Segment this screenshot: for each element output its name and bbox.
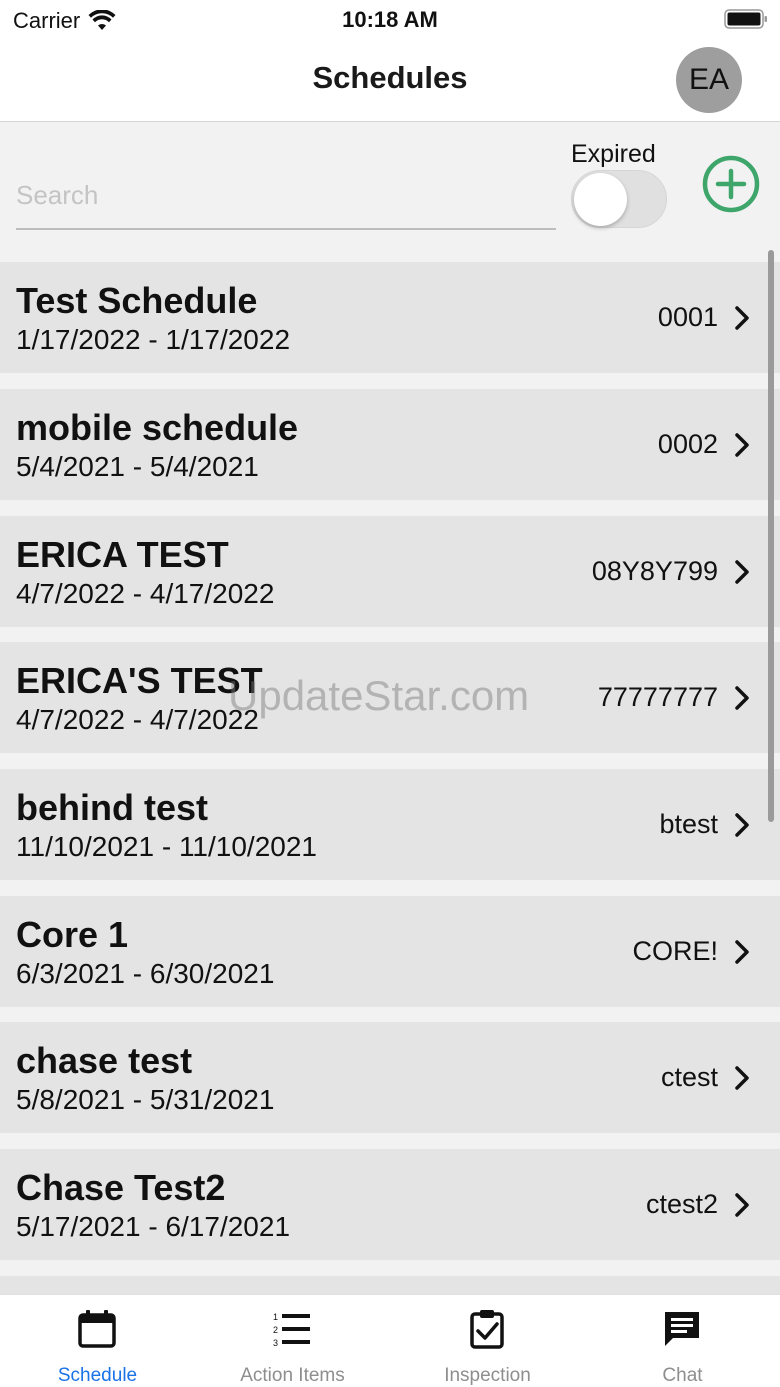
chevron-right-icon [735, 433, 749, 457]
schedule-title: mobile schedule [16, 407, 299, 448]
schedule-title: behind test [16, 787, 209, 828]
toggle-knob [574, 173, 627, 226]
schedule-code: 0002 [657, 429, 718, 459]
list-item[interactable]: Core 1 6/3/2021 - 6/30/2021 CORE! [0, 896, 780, 1007]
status-bar: Carrier 10:18 AM [0, 0, 780, 40]
svg-text:2: 2 [273, 1325, 278, 1335]
schedule-dates: 4/7/2022 - 4/7/2022 [16, 704, 259, 735]
tab-bar: Schedule 1 2 3 Action Items Inspection C… [0, 1294, 780, 1387]
expired-label: Expired [571, 140, 656, 168]
tab-schedule[interactable]: Schedule [0, 1295, 195, 1387]
list-item[interactable]: Chase Test2 5/17/2021 - 6/17/2021 ctest2 [0, 1149, 780, 1260]
page-title: Schedules [312, 60, 468, 95]
list-item[interactable]: ERICA'S TEST 4/7/2022 - 4/7/2022 7777777… [0, 642, 780, 753]
expired-toggle[interactable] [571, 170, 667, 228]
chevron-right-icon [735, 813, 749, 837]
chevron-right-icon [735, 940, 749, 964]
filter-bar: Expired [0, 122, 780, 262]
battery-icon [724, 9, 767, 29]
schedule-title: Test Schedule [16, 280, 258, 321]
list-scrollbar[interactable] [768, 250, 774, 822]
chevron-right-icon [735, 686, 749, 710]
chat-icon [665, 1312, 699, 1346]
avatar[interactable]: EA [676, 47, 742, 113]
status-time: 10:18 AM [342, 7, 438, 32]
list-item[interactable]: behind test 11/10/2021 - 11/10/2021 btes… [0, 769, 780, 880]
list-numbered-icon: 1 2 3 [273, 1312, 310, 1348]
schedule-dates: 5/8/2021 - 5/31/2021 [16, 1084, 275, 1115]
schedule-title: Chase Test2 [16, 1167, 226, 1208]
list-item[interactable]: chase test 5/8/2021 - 5/31/2021 ctest [0, 1022, 780, 1133]
schedule-dates: 4/7/2022 - 4/17/2022 [16, 578, 275, 609]
svg-text:1: 1 [273, 1312, 278, 1322]
schedule-dates: 1/17/2022 - 1/17/2022 [16, 324, 291, 355]
schedule-code: CORE! [632, 936, 718, 966]
chevron-right-icon [735, 560, 749, 584]
schedule-code: ctest2 [645, 1189, 718, 1219]
list-item[interactable]: mobile schedule 5/4/2021 - 5/4/2021 0002 [0, 389, 780, 500]
tab-inspection[interactable]: Inspection [390, 1295, 585, 1387]
schedule-code: 08Y8Y799 [591, 556, 718, 586]
schedule-code: btest [659, 809, 718, 839]
schedule-dates: 6/3/2021 - 6/30/2021 [16, 958, 275, 989]
tab-label: Inspection [444, 1365, 531, 1386]
list-item-partial[interactable] [0, 1276, 780, 1294]
schedule-title: ERICA'S TEST [16, 660, 263, 701]
schedule-title: ERICA TEST [16, 534, 229, 575]
tab-label: Schedule [57, 1365, 138, 1386]
chevron-right-icon [735, 306, 749, 330]
calendar-icon [78, 1310, 116, 1348]
add-schedule-button[interactable] [702, 155, 760, 213]
tab-action-items[interactable]: 1 2 3 Action Items [195, 1295, 390, 1387]
schedule-title: chase test [16, 1040, 193, 1081]
tab-label: Chat [662, 1365, 703, 1386]
search-input[interactable] [16, 162, 556, 230]
tab-label: Action Items [240, 1365, 345, 1386]
tab-chat[interactable]: Chat [585, 1295, 780, 1387]
schedule-dates: 5/4/2021 - 5/4/2021 [16, 451, 259, 482]
schedule-code: 0001 [657, 302, 718, 332]
svg-text:3: 3 [273, 1338, 278, 1348]
nav-bar: Schedules EA [0, 40, 780, 122]
list-item[interactable]: Test Schedule 1/17/2022 - 1/17/2022 0001 [0, 262, 780, 373]
clipboard-check-icon [470, 1310, 504, 1349]
schedule-code: ctest [660, 1062, 718, 1092]
list-item[interactable]: ERICA TEST 4/7/2022 - 4/17/2022 08Y8Y799 [0, 516, 780, 627]
schedule-title: Core 1 [16, 914, 129, 955]
schedule-dates: 11/10/2021 - 11/10/2021 [16, 831, 317, 862]
schedule-list: Test Schedule 1/17/2022 - 1/17/2022 0001… [0, 262, 780, 1294]
schedule-code: 77777777 [597, 682, 718, 712]
chevron-right-icon [735, 1193, 749, 1217]
chevron-right-icon [735, 1066, 749, 1090]
schedule-dates: 5/17/2021 - 6/17/2021 [16, 1211, 291, 1242]
